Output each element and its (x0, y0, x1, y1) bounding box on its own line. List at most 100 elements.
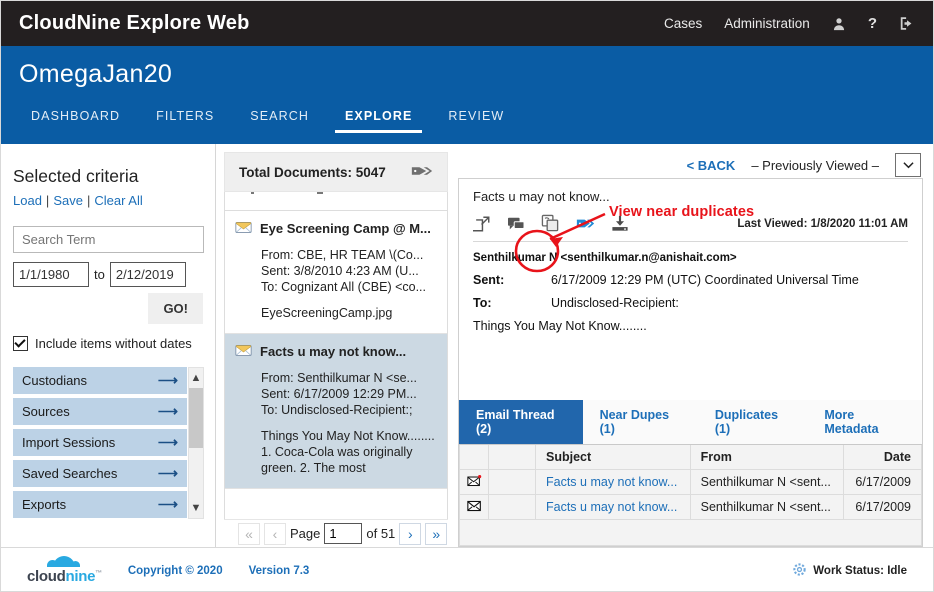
document-from: From: CBE, HR TEAM \(Co... (261, 248, 424, 262)
scroll-up-icon[interactable]: ▲ (189, 369, 203, 387)
tab-more-metadata[interactable]: More Metadata (807, 400, 922, 444)
document-list-item[interactable]: Eye Screening Camp @ M... From: CBE, HR … (225, 211, 447, 334)
facet-scrollbar[interactable]: ▲ ▼ (188, 367, 204, 519)
document-list[interactable]: Eye Screening Camp @ M... From: CBE, HR … (224, 192, 448, 519)
case-bar: OmegaJan20 DASHBOARD FILTERS SEARCH EXPL… (1, 46, 933, 144)
document-to: To: Cognizant All (CBE) <co... (261, 280, 427, 294)
logo-wordmark: cloudnine™ (27, 568, 102, 585)
col-gap (488, 445, 536, 470)
document-viewer-panel: < BACK – Previously Viewed – Facts u may… (456, 144, 933, 547)
table-row[interactable]: Facts u may not know... Senthilkumar N <… (459, 469, 922, 495)
email-icon (235, 221, 252, 239)
previously-viewed-label: – Previously Viewed – (751, 157, 879, 173)
viewer-to-label: To: (473, 296, 492, 310)
chevron-down-icon (902, 162, 914, 169)
logout-icon[interactable] (899, 16, 915, 31)
nav-cases[interactable]: Cases (664, 16, 702, 31)
document-subject: Facts u may not know... (260, 344, 407, 359)
open-in-new-window-icon[interactable] (473, 215, 491, 233)
tab-search[interactable]: SEARCH (232, 103, 327, 133)
date-to-input[interactable] (109, 262, 186, 287)
tab-near-dupes[interactable]: Near Dupes (1) (583, 400, 698, 444)
facet-exports[interactable]: Exports ⟶ (13, 491, 187, 518)
comment-icon[interactable] (507, 216, 525, 232)
date-from-input[interactable] (13, 262, 89, 287)
document-to: To: Undisclosed-Recipient:; (261, 403, 413, 417)
row-subject-link[interactable]: Facts u may not know... (546, 500, 677, 514)
previously-viewed-dropdown[interactable] (895, 153, 921, 177)
facet-custodians[interactable]: Custodians ⟶ (13, 367, 187, 394)
col-from: From (689, 445, 845, 470)
tab-review[interactable]: REVIEW (430, 103, 522, 133)
total-documents-label: Total Documents: 5047 (239, 164, 386, 180)
arrow-right-icon: ⟶ (157, 403, 178, 419)
table-header: Subject From Date (459, 445, 922, 470)
tab-filters[interactable]: FILTERS (138, 103, 232, 133)
document-header: Eye Screening Camp @ M... (235, 221, 437, 239)
case-name: OmegaJan20 (19, 60, 173, 88)
document-body-preview: EyeScreeningCamp.jpg (261, 306, 393, 320)
row-date-cell: 6/17/2009 (843, 469, 922, 495)
row-date-cell: 6/17/2009 (843, 494, 922, 520)
back-link[interactable]: < BACK (687, 158, 736, 173)
pager-first-button[interactable]: « (238, 522, 260, 545)
pager-last-button[interactable]: » (425, 522, 448, 545)
tab-dashboard[interactable]: DASHBOARD (19, 103, 138, 133)
save-link[interactable]: Save (53, 193, 83, 208)
tag-icon[interactable] (576, 216, 595, 231)
pager-prev-button[interactable]: ‹ (264, 522, 286, 545)
nav-administration[interactable]: Administration (724, 16, 810, 31)
include-without-dates-row[interactable]: Include items without dates (13, 336, 203, 351)
row-subject-cell[interactable]: Facts u may not know... (535, 494, 691, 520)
viewer-toolbar-top: < BACK – Previously Viewed – (458, 152, 923, 178)
viewer-to-value: Undisclosed-Recipient: (551, 296, 679, 310)
copyright-link[interactable]: Copyright © 2020 (128, 565, 223, 577)
last-viewed-label: Last Viewed: 1/8/2020 11:01 AM (737, 217, 908, 230)
email-icon (235, 344, 252, 362)
pager-page-input[interactable] (324, 523, 363, 544)
search-term-input[interactable] (13, 226, 204, 253)
row-icon-cell (459, 494, 489, 520)
go-button[interactable]: GO! (148, 293, 203, 324)
app-brand-title: CloudNine Explore Web (19, 12, 250, 34)
user-icon[interactable] (832, 17, 846, 31)
facet-label: Sources (22, 404, 70, 419)
facet-import-sessions[interactable]: Import Sessions ⟶ (13, 429, 187, 456)
facet-sources[interactable]: Sources ⟶ (13, 398, 187, 425)
logo-trademark: ™ (95, 570, 102, 577)
tag-icon[interactable] (411, 163, 433, 182)
app-window: CloudNine Explore Web Cases Administrati… (0, 0, 934, 592)
tab-duplicates[interactable]: Duplicates (1) (698, 400, 808, 444)
document-list-pager: « ‹ Page of 51 › » (224, 519, 448, 547)
tab-email-thread[interactable]: Email Thread (2) (459, 400, 583, 444)
version-link[interactable]: Version 7.3 (249, 565, 310, 577)
facet-saved-searches[interactable]: Saved Searches ⟶ (13, 460, 187, 487)
clear-all-link[interactable]: Clear All (94, 193, 142, 208)
sep-2: | (86, 193, 91, 208)
download-icon[interactable] (611, 215, 629, 232)
help-icon[interactable]: ? (868, 16, 877, 31)
include-without-dates-checkbox[interactable] (13, 336, 28, 351)
row-subject-link[interactable]: Facts u may not know... (546, 475, 677, 489)
scrollbar-thumb[interactable] (189, 388, 203, 448)
document-row-partial[interactable] (225, 192, 447, 211)
scroll-down-icon[interactable]: ▼ (189, 499, 203, 517)
load-link[interactable]: Load (13, 193, 42, 208)
table-row[interactable]: Facts u may not know... Senthilkumar N <… (459, 494, 922, 520)
row-subject-cell[interactable]: Facts u may not know... (535, 469, 691, 495)
viewer-snippet: Things You May Not Know........ (473, 319, 647, 333)
pager-next-button[interactable]: › (399, 522, 422, 545)
tab-explore[interactable]: EXPLORE (327, 103, 430, 133)
envelope-icon (466, 500, 482, 515)
top-nav: Cases Administration ? (664, 16, 915, 31)
related-tabs: Email Thread (2) Near Dupes (1) Duplicat… (459, 400, 922, 445)
viewer-subject: Facts u may not know... (473, 189, 610, 204)
pager-of-label: of 51 (366, 526, 396, 541)
near-duplicates-icon[interactable] (541, 214, 560, 233)
cloud-icon (47, 556, 81, 567)
partial-glyph-1 (251, 192, 254, 194)
viewer-from-line: Senthilkumar N <senthilkumar.n@anishait.… (473, 252, 737, 264)
document-metadata: From: Senthilkumar N <se... Sent: 6/17/2… (261, 370, 437, 418)
col-subject: Subject (535, 445, 691, 470)
document-list-item-selected[interactable]: Facts u may not know... From: Senthilkum… (225, 334, 447, 489)
